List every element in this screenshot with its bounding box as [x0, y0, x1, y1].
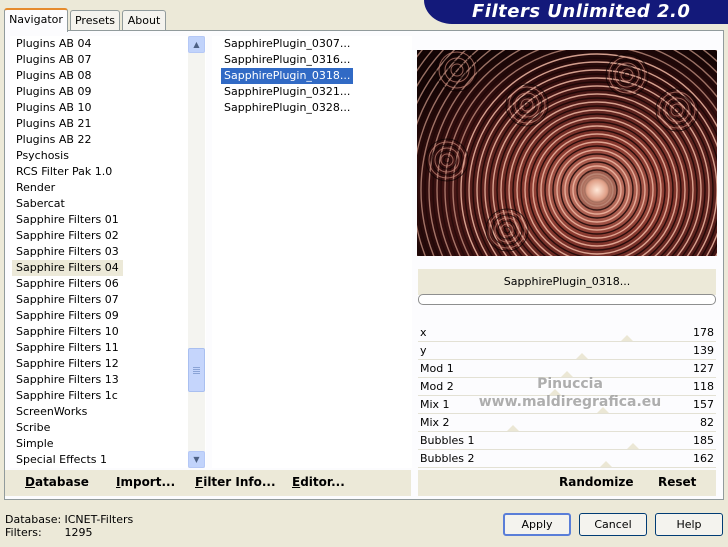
category-item[interactable]: Sapphire Filters 04	[12, 260, 123, 276]
filter-item[interactable]: SapphirePlugin_0321...	[221, 84, 353, 100]
category-item[interactable]: Simple	[12, 436, 58, 452]
filters-count-value: 1295	[64, 526, 93, 539]
scrollbar-thumb[interactable]	[188, 348, 205, 392]
parameter-name: Mod 1	[420, 362, 454, 375]
slider-marker[interactable]	[507, 425, 519, 431]
parameter-name: Bubbles 1	[420, 434, 475, 447]
parameter-value: 118	[693, 380, 714, 393]
parameter-name: y	[420, 344, 427, 357]
watermark-line-2: www.maldiregrafica.eu	[478, 394, 662, 410]
category-item[interactable]: Plugins AB 10	[12, 100, 95, 116]
reset-button[interactable]: Reset	[658, 475, 696, 489]
slider-marker[interactable]	[576, 353, 588, 359]
category-item[interactable]: Plugins AB 08	[12, 68, 95, 84]
tab-presets[interactable]: Presets	[70, 10, 120, 31]
watermark-line-1: Pinuccia	[537, 376, 603, 392]
filter-item[interactable]: SapphirePlugin_0318...	[221, 68, 354, 84]
database-label: Database:	[5, 513, 62, 526]
database-value: ICNET-Filters	[64, 513, 134, 526]
category-item[interactable]: Sapphire Filters 02	[12, 228, 123, 244]
category-item[interactable]: Plugins AB 21	[12, 116, 95, 132]
selected-filter-name: SapphirePlugin_0318...	[418, 269, 716, 295]
parameter-name: Mix 2	[420, 416, 450, 429]
category-item[interactable]: Sapphire Filters 10	[12, 324, 123, 340]
app-title: Filters Unlimited 2.0	[472, 1, 691, 22]
parameter-slider[interactable]: x 178	[418, 324, 716, 342]
parameter-value: 82	[700, 416, 714, 429]
category-item[interactable]: Sabercat	[12, 196, 69, 212]
category-scrollbar[interactable]: ▲ ▼	[188, 36, 205, 468]
parameter-name: Mod 2	[420, 380, 454, 393]
category-item[interactable]: Sapphire Filters 03	[12, 244, 123, 260]
category-item[interactable]: Sapphire Filters 13	[12, 372, 123, 388]
parameter-value: 139	[693, 344, 714, 357]
randomize-button[interactable]: Randomize	[559, 475, 633, 489]
category-item[interactable]: Sapphire Filters 1c	[12, 388, 122, 404]
list-toolbar: Database Import... Filter Info... Editor…	[5, 470, 411, 496]
parameter-value: 127	[693, 362, 714, 375]
category-item[interactable]: RCS Filter Pak 1.0	[12, 164, 116, 180]
preview-image	[417, 50, 717, 256]
parameter-slider[interactable]: Bubbles 1 185	[418, 432, 716, 450]
import-button[interactable]: Import...	[116, 475, 175, 489]
parameter-name: Mix 1	[420, 398, 450, 411]
category-item[interactable]: Sapphire Filters 07	[12, 292, 123, 308]
parameter-slider[interactable]: y 139	[418, 342, 716, 360]
category-item[interactable]: Sapphire Filters 09	[12, 308, 123, 324]
slider-marker[interactable]	[621, 335, 633, 341]
watermark: Pinuccia www.maldiregrafica.eu	[470, 375, 670, 411]
scroll-down-button[interactable]: ▼	[188, 451, 205, 468]
slider-marker[interactable]	[627, 443, 639, 449]
title-banner: Filters Unlimited 2.0	[424, 0, 728, 24]
category-item[interactable]: Sapphire Filters 11	[12, 340, 123, 356]
progress-bar	[418, 294, 716, 305]
slider-marker[interactable]	[600, 461, 612, 467]
cancel-button[interactable]: Cancel	[579, 513, 647, 536]
parameter-slider[interactable]: Bubbles 2 162	[418, 450, 716, 468]
category-item[interactable]: Psychosis	[12, 148, 73, 164]
category-item[interactable]: Render	[12, 180, 59, 196]
category-list[interactable]: Plugins AB 04 Plugins AB 07 Plugins AB 08 P…	[10, 36, 206, 468]
parameter-value: 162	[693, 452, 714, 465]
parameter-value: 157	[693, 398, 714, 411]
parameter-toolbar: Randomize Reset	[418, 470, 716, 496]
editor-button[interactable]: Editor...	[292, 475, 345, 489]
category-item[interactable]: Plugins AB 22	[12, 132, 95, 148]
scroll-up-button[interactable]: ▲	[188, 36, 205, 53]
parameter-value: 185	[693, 434, 714, 447]
category-item[interactable]: Sapphire Filters 12	[12, 356, 123, 372]
parameter-name: Bubbles 2	[420, 452, 475, 465]
filter-info-button[interactable]: Filter Info...	[195, 475, 276, 489]
category-item[interactable]: Plugins AB 07	[12, 52, 95, 68]
filters-count-label: Filters:	[5, 526, 42, 539]
category-item[interactable]: Plugins AB 09	[12, 84, 95, 100]
category-item[interactable]: Plugins AB 04	[12, 36, 95, 52]
filter-item[interactable]: SapphirePlugin_0328...	[221, 100, 353, 116]
category-item[interactable]: Scribe	[12, 420, 54, 436]
parameter-name: x	[420, 326, 427, 339]
parameter-value: 178	[693, 326, 714, 339]
category-item[interactable]: Sapphire Filters 06	[12, 276, 123, 292]
apply-button[interactable]: Apply	[503, 513, 571, 536]
parameter-slider[interactable]: Mix 2 82	[418, 414, 716, 432]
database-info: Database: ICNET-Filters Filters: 1295	[5, 513, 133, 539]
database-button[interactable]: Database	[25, 475, 89, 489]
category-item[interactable]: Special Effects 1	[12, 452, 111, 468]
help-button[interactable]: Help	[655, 513, 723, 536]
tab-navigator[interactable]: Navigator	[4, 8, 68, 32]
filter-list[interactable]: SapphirePlugin_0307... SapphirePlugin_031…	[212, 36, 412, 468]
filter-item[interactable]: SapphirePlugin_0307...	[221, 36, 353, 52]
category-item[interactable]: ScreenWorks	[12, 404, 91, 420]
filter-item[interactable]: SapphirePlugin_0316...	[221, 52, 353, 68]
tab-about[interactable]: About	[122, 10, 166, 31]
category-item[interactable]: Sapphire Filters 01	[12, 212, 123, 228]
